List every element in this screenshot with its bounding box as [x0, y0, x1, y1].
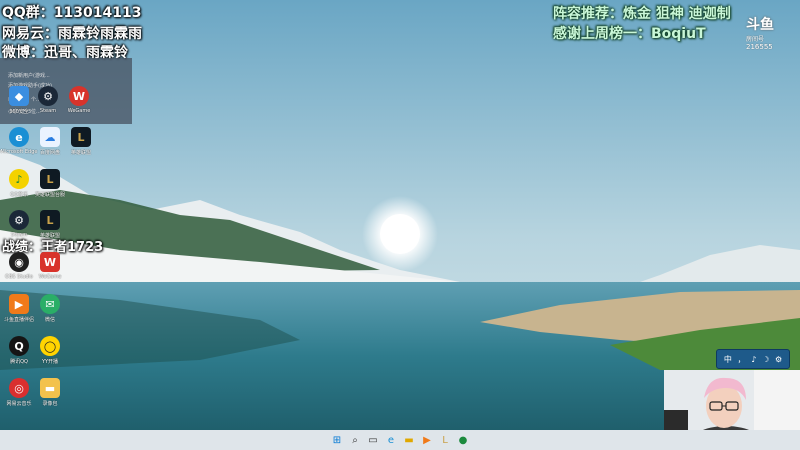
ime-chinese-mode[interactable]: 中 [724, 354, 732, 365]
lol-icon: L [71, 127, 91, 147]
lol-icon: L [40, 210, 60, 230]
desktop-icon-sohu[interactable]: ▶ 斗鱼直播伴侣 [4, 294, 34, 332]
edge-icon: e [9, 127, 29, 147]
yy-icon: ◯ [40, 336, 60, 356]
taskbar: ⊞ ⌕ ▭ e ▬ ▶ L ● [0, 430, 800, 450]
task-view-icon[interactable]: ▭ [366, 433, 380, 447]
app-taskbar-icon[interactable]: ● [456, 433, 470, 447]
watermark-logo: 斗鱼 [746, 17, 774, 33]
desktop-icon-wegame[interactable]: W WeGame [64, 86, 94, 124]
edge-taskbar-icon[interactable]: e [384, 433, 398, 447]
steam-icon: ⚙ [9, 210, 29, 230]
search-icon[interactable]: ⌕ [348, 433, 362, 447]
wechat-icon: ✉ [40, 294, 60, 314]
lineup-text: 阵容推荐：炼金 狙神 迪迦制 [553, 6, 731, 22]
ime-moon-icon[interactable]: ☽ [762, 355, 769, 364]
shield-icon: ◆ [9, 86, 29, 106]
qq-penguin-icon: Q [9, 336, 29, 356]
douyu-icon: ▶ [9, 294, 29, 314]
watermark-sub: 房间号 [746, 36, 765, 43]
start-button[interactable]: ⊞ [330, 433, 344, 447]
desktop-icon-wegame2[interactable]: W WeGame [35, 252, 65, 290]
ime-settings-icon[interactable]: ⚙ [775, 355, 782, 364]
douyu-watermark: 斗鱼 房间号 216555 [746, 14, 790, 58]
desktop-icon-lol-tw[interactable]: L 英雄联盟台服 [35, 169, 65, 207]
wegame-icon: W [40, 252, 60, 272]
netease-music-icon: ◎ [9, 378, 29, 398]
ime-punctuation[interactable]: ， [738, 354, 746, 365]
file-explorer-icon[interactable]: ▬ [402, 433, 416, 447]
folder-icon: ▬ [40, 378, 60, 398]
lol-taskbar-icon[interactable]: L [438, 433, 452, 447]
desktop-icon-cloud[interactable]: ☁ 百度网盘 [35, 127, 65, 165]
desktop-icon-lol2[interactable]: L 英雄联盟 [35, 210, 65, 248]
netease-text: 网易云：雨霖铃雨霖雨 [2, 26, 142, 42]
cloud-icon: ☁ [40, 127, 60, 147]
desktop-icon-wechat[interactable]: ✉ 微信 [35, 294, 65, 332]
desktop-icon-qqmusic[interactable]: ♪ QQ音乐 [4, 169, 34, 207]
lol-icon: L [40, 169, 60, 189]
watermark-room-id: 216555 [746, 43, 773, 51]
desktop-icon-qq[interactable]: Q 腾讯QQ [4, 336, 34, 374]
desktop-icon-netease[interactable]: ◎ 网易云音乐 [4, 378, 34, 416]
desktop-icon-360[interactable]: ◆ 360安全 [4, 86, 34, 124]
desktop-icon-lol[interactable]: L 英雄联盟 [66, 127, 96, 165]
panel-row: 添加新用户(游戏... [8, 73, 50, 79]
desktop-icon-yy[interactable]: ◯ YY开播 [35, 336, 65, 374]
qq-group-text: QQ群：113014113 [2, 5, 142, 21]
desktop-icon-steam2[interactable]: ⚙ Steam [4, 210, 34, 248]
steam-icon: ⚙ [38, 86, 58, 106]
desktop-icon-edge[interactable]: e Microsoft Edge [1, 127, 37, 165]
thanks-text: 感谢上周榜一：BoqiuT [553, 26, 706, 42]
ime-toolbar[interactable]: 中 ， ♪ ☽ ⚙ [716, 349, 790, 369]
desktop-icon-folder[interactable]: ▬ 录像包 [35, 378, 65, 416]
douyu-taskbar-icon[interactable]: ▶ [420, 433, 434, 447]
obs-icon: ◉ [9, 252, 29, 272]
wegame-icon: W [69, 86, 89, 106]
desktop-icon-steam[interactable]: ⚙ Steam [33, 86, 63, 124]
ime-music-icon[interactable]: ♪ [751, 355, 756, 364]
qqmusic-icon: ♪ [9, 169, 29, 189]
desktop-icon-obs[interactable]: ◉ OBS Studio [4, 252, 34, 290]
